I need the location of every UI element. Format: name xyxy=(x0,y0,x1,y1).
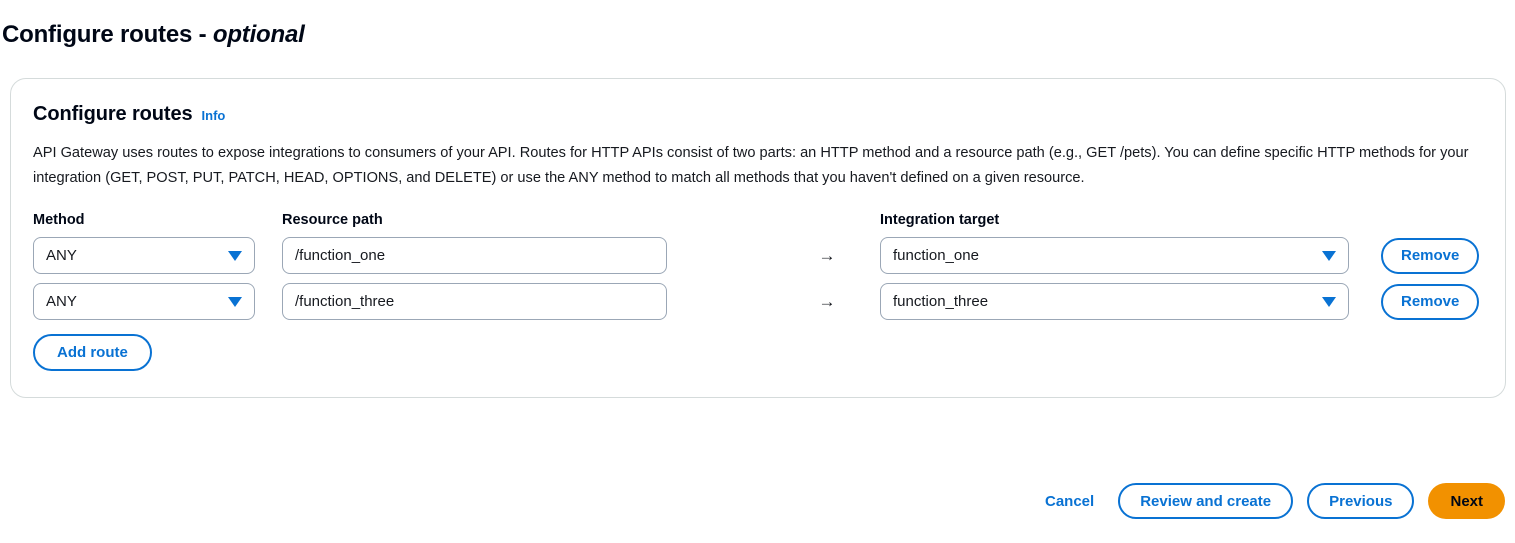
route-path-cell xyxy=(282,283,774,320)
info-link[interactable]: Info xyxy=(202,108,226,123)
remove-route-button[interactable]: Remove xyxy=(1381,237,1480,274)
card-header: Configure routes Info xyxy=(33,101,1483,127)
remove-route-button[interactable]: Remove xyxy=(1381,283,1480,320)
page-title-separator: - xyxy=(192,21,213,48)
integration-target-select[interactable]: function_one xyxy=(880,237,1349,274)
chevron-down-icon xyxy=(228,296,242,307)
method-select[interactable]: ANY xyxy=(33,237,255,274)
route-method-cell: ANY xyxy=(33,283,282,320)
table-row: ANY → function_three Remove xyxy=(33,283,1483,320)
page-title-optional: optional xyxy=(212,21,305,48)
add-route-wrapper: Add route xyxy=(33,334,1483,371)
add-route-button[interactable]: Add route xyxy=(33,334,152,371)
wizard-footer-actions: Cancel Review and create Previous Next xyxy=(1035,483,1505,519)
routes-table: Method Resource path Integration target … xyxy=(33,212,1483,371)
method-select-value: ANY xyxy=(46,293,77,310)
next-button[interactable]: Next xyxy=(1428,483,1505,519)
page-title-main: Configure routes xyxy=(2,21,193,48)
method-select[interactable]: ANY xyxy=(33,283,255,320)
route-arrow-icon: → xyxy=(818,246,836,265)
integration-target-value: function_three xyxy=(893,293,989,310)
route-path-cell xyxy=(282,237,774,274)
integration-target-value: function_one xyxy=(893,247,979,264)
chevron-down-icon xyxy=(1322,250,1336,261)
resource-path-input[interactable] xyxy=(282,237,667,274)
resource-path-input[interactable] xyxy=(282,283,667,320)
configure-routes-page: Configure routes - optional Configure ro… xyxy=(0,0,1515,543)
chevron-down-icon xyxy=(1322,296,1336,307)
previous-button[interactable]: Previous xyxy=(1307,483,1415,519)
integration-target-select[interactable]: function_three xyxy=(880,283,1349,320)
column-header-integration-target: Integration target xyxy=(880,212,1000,228)
route-method-cell: ANY xyxy=(33,237,282,274)
route-action-cell: Remove xyxy=(1349,237,1483,274)
table-row: ANY → function_one Remove xyxy=(33,237,1483,274)
page-title: Configure routes - optional xyxy=(0,0,1515,50)
chevron-down-icon xyxy=(228,250,242,261)
routes-column-headers: Method Resource path Integration target xyxy=(33,212,1483,228)
route-action-cell: Remove xyxy=(1349,283,1483,320)
cancel-button[interactable]: Cancel xyxy=(1035,483,1104,519)
route-target-cell: function_three xyxy=(880,283,1349,320)
column-header-resource-path: Resource path xyxy=(282,212,383,228)
configure-routes-card: Configure routes Info API Gateway uses r… xyxy=(10,78,1506,398)
card-description: API Gateway uses routes to expose integr… xyxy=(33,145,1469,186)
card-title: Configure routes xyxy=(33,103,193,125)
route-target-cell: function_one xyxy=(880,237,1349,274)
review-and-create-button[interactable]: Review and create xyxy=(1118,483,1294,519)
column-header-method: Method xyxy=(33,212,85,228)
route-arrow-icon: → xyxy=(818,292,836,311)
method-select-value: ANY xyxy=(46,247,77,264)
